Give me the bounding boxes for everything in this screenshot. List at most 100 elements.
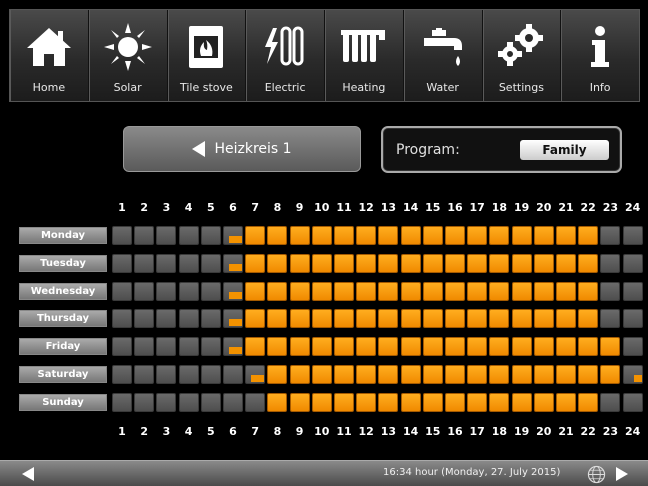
schedule-cell[interactable]	[289, 281, 310, 301]
schedule-cell[interactable]	[356, 392, 377, 412]
previous-page-arrow-icon[interactable]	[22, 467, 34, 481]
schedule-cell[interactable]	[245, 309, 266, 329]
schedule-cell[interactable]	[223, 392, 243, 412]
schedule-cell[interactable]	[600, 226, 621, 245]
schedule-cell[interactable]	[511, 226, 532, 245]
schedule-cell[interactable]	[156, 226, 177, 245]
schedule-cell[interactable]	[289, 365, 310, 384]
schedule-cell[interactable]	[400, 253, 421, 273]
schedule-cell[interactable]	[178, 253, 199, 273]
schedule-cell[interactable]	[178, 337, 199, 357]
schedule-cell[interactable]	[156, 365, 177, 384]
schedule-cell[interactable]	[334, 337, 354, 357]
schedule-cell[interactable]	[489, 309, 510, 329]
schedule-cell[interactable]	[178, 392, 199, 412]
schedule-cell[interactable]	[578, 365, 599, 384]
schedule-cell[interactable]	[422, 226, 443, 245]
schedule-cell[interactable]	[356, 309, 377, 329]
schedule-cell[interactable]	[578, 392, 599, 412]
schedule-cell[interactable]	[289, 337, 310, 357]
schedule-cell[interactable]	[334, 392, 354, 412]
schedule-cell[interactable]	[267, 226, 288, 245]
schedule-cell[interactable]	[445, 281, 465, 301]
globe-icon[interactable]	[587, 465, 606, 484]
schedule-cell[interactable]	[311, 253, 332, 273]
schedule-cell[interactable]	[445, 226, 465, 245]
schedule-cell[interactable]	[489, 365, 510, 384]
schedule-cell[interactable]	[622, 281, 643, 301]
schedule-cell[interactable]	[156, 281, 177, 301]
schedule-cell[interactable]	[334, 309, 354, 329]
schedule-cell[interactable]	[178, 309, 199, 329]
schedule-cell[interactable]	[511, 392, 532, 412]
schedule-cell[interactable]	[112, 309, 132, 329]
schedule-cell[interactable]	[600, 337, 621, 357]
schedule-cell[interactable]	[134, 226, 155, 245]
schedule-cell[interactable]	[289, 392, 310, 412]
schedule-cell[interactable]	[622, 226, 643, 245]
schedule-cell[interactable]	[311, 281, 332, 301]
schedule-cell[interactable]	[578, 309, 599, 329]
schedule-cell[interactable]	[245, 392, 266, 412]
schedule-cell[interactable]	[400, 392, 421, 412]
schedule-cell[interactable]	[378, 281, 399, 301]
schedule-cell[interactable]	[489, 253, 510, 273]
schedule-cell[interactable]	[311, 337, 332, 357]
schedule-cell[interactable]	[289, 226, 310, 245]
schedule-cell[interactable]	[600, 253, 621, 273]
schedule-cell[interactable]	[112, 226, 132, 245]
schedule-cell[interactable]	[223, 253, 243, 273]
schedule-cell[interactable]	[356, 365, 377, 384]
schedule-cell[interactable]	[533, 309, 554, 329]
schedule-cell[interactable]	[422, 365, 443, 384]
schedule-cell[interactable]	[112, 281, 132, 301]
schedule-cell[interactable]	[356, 226, 377, 245]
schedule-cell[interactable]	[467, 253, 488, 273]
schedule-cell[interactable]	[556, 365, 576, 384]
schedule-cell[interactable]	[156, 253, 177, 273]
schedule-cell[interactable]	[223, 309, 243, 329]
schedule-cell[interactable]	[378, 309, 399, 329]
schedule-cell[interactable]	[200, 281, 221, 301]
day-label-thursday[interactable]: Thursday	[19, 310, 107, 328]
schedule-cell[interactable]	[223, 281, 243, 301]
day-label-wednesday[interactable]: Wednesday	[19, 282, 107, 300]
schedule-cell[interactable]	[533, 365, 554, 384]
schedule-cell[interactable]	[445, 365, 465, 384]
schedule-cell[interactable]	[223, 226, 243, 245]
day-label-saturday[interactable]: Saturday	[19, 366, 107, 383]
schedule-cell[interactable]	[311, 226, 332, 245]
schedule-cell[interactable]	[467, 392, 488, 412]
schedule-cell[interactable]	[223, 365, 243, 384]
schedule-cell[interactable]	[422, 337, 443, 357]
schedule-cell[interactable]	[334, 253, 354, 273]
schedule-cell[interactable]	[622, 253, 643, 273]
schedule-cell[interactable]	[178, 226, 199, 245]
next-page-arrow-icon[interactable]	[616, 467, 628, 481]
schedule-cell[interactable]	[156, 337, 177, 357]
schedule-cell[interactable]	[445, 337, 465, 357]
schedule-cell[interactable]	[134, 253, 155, 273]
schedule-cell[interactable]	[400, 365, 421, 384]
schedule-cell[interactable]	[556, 281, 576, 301]
schedule-cell[interactable]	[467, 281, 488, 301]
schedule-cell[interactable]	[400, 281, 421, 301]
schedule-cell[interactable]	[245, 281, 266, 301]
schedule-cell[interactable]	[134, 392, 155, 412]
schedule-cell[interactable]	[200, 365, 221, 384]
schedule-cell[interactable]	[334, 365, 354, 384]
schedule-cell[interactable]	[467, 226, 488, 245]
schedule-cell[interactable]	[422, 281, 443, 301]
schedule-cell[interactable]	[511, 365, 532, 384]
schedule-cell[interactable]	[556, 253, 576, 273]
schedule-cell[interactable]	[267, 253, 288, 273]
schedule-cell[interactable]	[556, 392, 576, 412]
day-label-monday[interactable]: Monday	[19, 227, 107, 244]
schedule-cell[interactable]	[489, 226, 510, 245]
schedule-cell[interactable]	[511, 309, 532, 329]
schedule-cell[interactable]	[622, 309, 643, 329]
schedule-cell[interactable]	[267, 281, 288, 301]
schedule-cell[interactable]	[178, 281, 199, 301]
schedule-cell[interactable]	[578, 226, 599, 245]
schedule-cell[interactable]	[600, 281, 621, 301]
